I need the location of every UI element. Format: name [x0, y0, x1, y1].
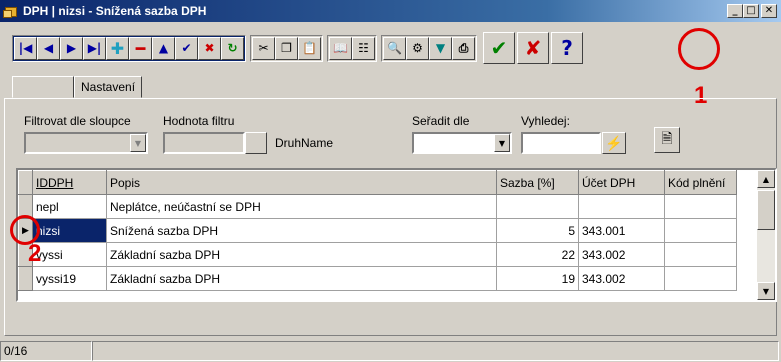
filter-value-button[interactable]	[245, 132, 267, 154]
cell-kod[interactable]	[664, 266, 737, 291]
cell-sazba[interactable]: 5	[496, 218, 579, 243]
search-tools-group: 🔍 ⚙ ▼ ⎙	[381, 34, 477, 62]
title-bar: DPH | nizsi - Snížená sazba DPH _ □ ✕	[0, 0, 781, 22]
cell-sazba[interactable]	[496, 194, 579, 219]
cancel-record-icon[interactable]: ✖	[198, 36, 221, 60]
scroll-thumb[interactable]	[757, 190, 775, 230]
post-record-icon[interactable]: ✔	[175, 36, 198, 60]
cell-popis[interactable]: Snížená sazba DPH	[106, 218, 497, 243]
scroll-up-icon[interactable]: ▲	[757, 170, 775, 188]
book-icon[interactable]: 📖	[329, 36, 352, 60]
table-row[interactable]: nepl Neplátce, neúčastní se DPH	[18, 194, 737, 219]
next-record-icon[interactable]: ▶	[60, 36, 83, 60]
filter-field-name: DruhName	[275, 136, 334, 150]
search-icon[interactable]: 🔍	[383, 36, 406, 60]
record-counter: 0/16	[0, 341, 92, 361]
edit-record-icon[interactable]: ▲	[152, 36, 175, 60]
filter-column-label: Filtrovat dle sloupce	[24, 114, 131, 128]
maximize-button[interactable]: □	[743, 4, 759, 18]
vertical-scrollbar[interactable]: ▲ ▼	[757, 170, 775, 300]
search-input[interactable]	[521, 132, 601, 154]
find-document-icon[interactable]: 🗎	[654, 127, 680, 153]
cell-iddph[interactable]: vyssi19	[32, 266, 107, 291]
grid-table: IDDPH Popis Sazba [%] Účet DPH Kód plněn…	[18, 170, 737, 291]
delete-record-icon[interactable]: ━	[129, 36, 152, 60]
confirm-button[interactable]: ✔	[483, 32, 515, 64]
window-title: DPH | nizsi - Snížená sazba DPH	[23, 4, 207, 18]
edit-tools-group: ✂ ❐ 📋	[250, 34, 323, 62]
cell-ucet[interactable]: 343.002	[578, 242, 665, 267]
lightning-icon[interactable]: ⚡	[602, 132, 626, 154]
help-button[interactable]: ?	[551, 32, 583, 64]
status-message	[92, 341, 779, 361]
minimize-button[interactable]: _	[727, 4, 743, 18]
annotation-circle-1	[678, 28, 720, 70]
filter-icon[interactable]: ▼	[429, 36, 452, 60]
close-button[interactable]: ✕	[761, 4, 777, 18]
cell-popis[interactable]: Základní sazba DPH	[106, 266, 497, 291]
search-label: Vyhledej:	[521, 114, 570, 128]
row-indicator[interactable]	[18, 266, 33, 291]
cell-kod[interactable]	[664, 194, 737, 219]
cut-icon[interactable]: ✂	[252, 36, 275, 60]
cell-ucet[interactable]	[578, 194, 665, 219]
insert-record-icon[interactable]: ✚	[106, 36, 129, 60]
table-row[interactable]: vyssi Základní sazba DPH 22 343.002	[18, 242, 737, 267]
cancel-button[interactable]: ✘	[517, 32, 549, 64]
column-header-kod[interactable]: Kód plnění	[664, 170, 737, 195]
navigator-group: |◀ ◀ ▶ ▶| ✚ ━ ▲ ✔ ✖ ↻	[12, 34, 246, 62]
grid-corner	[18, 170, 33, 195]
filter-column-select[interactable]: ▼	[24, 132, 148, 154]
gear-icon[interactable]: ⚙	[406, 36, 429, 60]
copy-icon[interactable]: ❐	[275, 36, 298, 60]
view-tools-group: 📖 ☷	[327, 34, 377, 62]
prior-record-icon[interactable]: ◀	[37, 36, 60, 60]
folder-app-icon	[3, 3, 19, 19]
tree-icon[interactable]: ☷	[352, 36, 375, 60]
table-row[interactable]: vyssi19 Základní sazba DPH 19 343.002	[18, 266, 737, 291]
cell-popis[interactable]: Základní sazba DPH	[106, 242, 497, 267]
filter-value-label: Hodnota filtru	[163, 114, 235, 128]
column-header-popis[interactable]: Popis	[106, 170, 497, 195]
tab-strip: Nastavení	[12, 76, 143, 98]
cell-sazba[interactable]: 19	[496, 266, 579, 291]
tab-main[interactable]	[12, 76, 74, 98]
column-header-sazba[interactable]: Sazba [%]	[496, 170, 579, 195]
last-record-icon[interactable]: ▶|	[83, 36, 106, 60]
tab-settings[interactable]: Nastavení	[74, 76, 143, 98]
sort-label: Seřadit dle	[412, 114, 470, 128]
cell-popis[interactable]: Neplátce, neúčastní se DPH	[106, 194, 497, 219]
scroll-down-icon[interactable]: ▼	[757, 282, 775, 300]
print-icon[interactable]: ⎙	[452, 36, 475, 60]
cell-iddph[interactable]: vyssi	[32, 242, 107, 267]
cell-sazba[interactable]: 22	[496, 242, 579, 267]
column-header-iddph[interactable]: IDDPH	[32, 170, 107, 195]
data-grid[interactable]: IDDPH Popis Sazba [%] Účet DPH Kód plněn…	[16, 168, 777, 302]
table-row-selected[interactable]: ▶ nizsi Snížená sazba DPH 5 343.001	[18, 218, 737, 243]
column-header-ucet[interactable]: Účet DPH	[578, 170, 665, 195]
cell-ucet[interactable]: 343.001	[578, 218, 665, 243]
cell-ucet[interactable]: 343.002	[578, 266, 665, 291]
annotation-marker-2: 2	[28, 240, 42, 267]
chevron-down-icon[interactable]: ▼	[494, 134, 510, 152]
grid-header-row: IDDPH Popis Sazba [%] Účet DPH Kód plněn…	[18, 170, 737, 195]
sort-select[interactable]: ▼	[412, 132, 512, 154]
refresh-record-icon[interactable]: ↻	[221, 36, 244, 60]
cell-kod[interactable]	[664, 242, 737, 267]
filter-value-field[interactable]	[163, 132, 245, 154]
cell-kod[interactable]	[664, 218, 737, 243]
cell-iddph[interactable]: nizsi	[32, 218, 107, 243]
status-bar: 0/16	[0, 340, 781, 362]
chevron-down-icon[interactable]: ▼	[130, 134, 146, 152]
first-record-icon[interactable]: |◀	[14, 36, 37, 60]
paste-icon[interactable]: 📋	[298, 36, 321, 60]
toolbar: |◀ ◀ ▶ ▶| ✚ ━ ▲ ✔ ✖ ↻ ✂ ❐ 📋 📖 ☷ 🔍 ⚙ ▼ ⎙ …	[0, 28, 781, 68]
cell-iddph[interactable]: nepl	[32, 194, 107, 219]
